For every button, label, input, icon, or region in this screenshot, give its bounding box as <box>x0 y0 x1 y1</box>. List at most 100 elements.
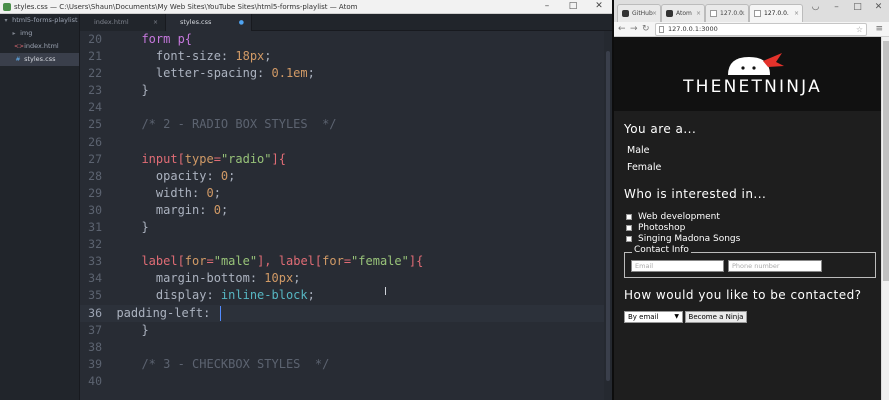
checkbox-box[interactable] <box>626 225 632 231</box>
html-file-icon: <> <box>14 43 25 50</box>
line-number: 28 <box>88 168 102 183</box>
code-line[interactable]: 28 opacity: 0; <box>80 168 604 185</box>
interest-checkbox-photoshop[interactable]: Photoshop <box>626 223 685 233</box>
code-text: /* 3 - CHECKBOX STYLES */ <box>127 356 329 373</box>
maximize-icon[interactable]: □ <box>847 0 868 14</box>
editor-tab[interactable]: styles.css ● <box>166 14 252 31</box>
minimize-icon[interactable]: – <box>826 0 847 14</box>
user-icon[interactable]: ◡ <box>805 0 826 14</box>
maximize-icon[interactable]: □ <box>560 0 586 13</box>
code-token: label[ <box>127 254 185 269</box>
dropdown-arrow-icon: ▼ <box>674 313 679 320</box>
female-label[interactable]: Female <box>627 162 661 173</box>
atom-icon <box>666 10 673 17</box>
modified-dot-icon[interactable]: ● <box>239 14 244 31</box>
code-line[interactable]: 27 input[type="radio"]{ <box>80 151 604 168</box>
code-token: ]{ <box>408 254 424 269</box>
code-token: ; <box>293 271 301 286</box>
code-line[interactable]: 23 } <box>80 82 604 99</box>
code-line[interactable]: 38 <box>80 339 604 356</box>
code-token: ; <box>307 288 315 303</box>
code-token: 10px <box>264 271 294 286</box>
code-token: input[ <box>127 151 185 166</box>
bookmark-star-icon[interactable]: ☆ <box>856 24 863 35</box>
back-icon[interactable]: ← <box>618 23 626 35</box>
browser-tab[interactable]: GitHub × <box>617 4 661 22</box>
browser-tabstrip: ◡ – □ ✕ GitHub × Atom × 127.0.0. × 127.0.0. × <box>614 0 889 22</box>
become-ninja-button[interactable]: Become a Ninja <box>685 311 747 323</box>
editor-pane: index.html × styles.css ● 20 form p{21 font… <box>80 14 612 400</box>
tree-item[interactable]: <> index.html <box>0 40 79 53</box>
code-line[interactable]: 33 label[for="male"], label[for="female"… <box>80 253 604 270</box>
code-line[interactable]: 39 /* 3 - CHECKBOX STYLES */ <box>80 356 604 373</box>
address-bar[interactable]: 127.0.0.1:3000 ☆ <box>655 23 867 36</box>
code-text: letter-spacing: 0.1em; <box>127 65 315 82</box>
github-icon <box>622 10 629 17</box>
page-scrollbar-thumb[interactable] <box>883 41 889 281</box>
code-line[interactable]: 31 } <box>80 219 604 236</box>
phone-field[interactable]: Phone number <box>728 260 822 272</box>
checkbox-box[interactable] <box>626 236 632 242</box>
code-line[interactable]: 21 font-size: 18px; <box>80 48 604 65</box>
close-icon[interactable]: × <box>153 14 158 31</box>
code-token: padding-left: <box>102 305 218 320</box>
interest-label: Web development <box>638 212 720 222</box>
code-line[interactable]: 25 /* 2 - RADIO BOX STYLES */ <box>80 116 604 133</box>
code-text: opacity: 0; <box>127 168 236 185</box>
code-line[interactable]: 22 letter-spacing: 0.1em; <box>80 65 604 82</box>
minimize-icon[interactable]: – <box>534 0 560 13</box>
code-line[interactable]: 35 display: inline-block; <box>80 287 604 304</box>
tree-item[interactable]: ▸ img <box>0 27 79 40</box>
netninja-logo: THENETNINJA <box>680 53 825 97</box>
code-area[interactable]: 20 form p{21 font-size: 18px; 22 letter-s… <box>80 31 604 400</box>
line-number: 34 <box>88 271 102 286</box>
code-token: = <box>343 254 352 269</box>
tree-item[interactable]: # styles.css <box>0 53 79 66</box>
code-line[interactable]: 30 margin: 0; <box>80 202 604 219</box>
code-line[interactable]: 29 width: 0; <box>80 185 604 202</box>
code-text: input[type="radio"]{ <box>127 151 286 168</box>
male-label[interactable]: Male <box>627 145 650 156</box>
code-line[interactable]: 24 <box>80 99 604 116</box>
close-tab-icon[interactable]: × <box>740 5 745 22</box>
code-line[interactable]: 40 <box>80 373 604 390</box>
browser-tab[interactable]: Atom × <box>661 4 705 22</box>
page-icon <box>659 26 664 33</box>
code-token: /* 2 - RADIO BOX STYLES */ <box>127 117 337 132</box>
code-text: margin-bottom: 10px; <box>127 270 301 287</box>
browser-tab[interactable]: 127.0.0. × <box>749 4 803 22</box>
close-tab-icon[interactable]: × <box>696 5 701 22</box>
code-line[interactable]: 36 padding-left: <box>80 304 604 322</box>
editor-tab[interactable]: index.html × <box>80 14 166 31</box>
checkbox-box[interactable] <box>626 214 632 220</box>
code-token: ; <box>264 49 272 64</box>
contact-method-select[interactable]: By email ▼ <box>624 311 683 323</box>
menu-icon[interactable]: ≡ <box>875 22 883 36</box>
code-line[interactable]: 34 margin-bottom: 10px; <box>80 270 604 287</box>
line-number: 23 <box>88 83 102 98</box>
interest-checkbox-web-dev[interactable]: Web development <box>626 212 720 222</box>
tree-item-label: index.html <box>24 42 59 50</box>
code-token: ; <box>220 202 229 217</box>
code-line[interactable]: 20 form p{ <box>80 31 604 48</box>
code-line[interactable]: 37 } <box>80 322 604 339</box>
code-token: opacity: <box>127 168 221 183</box>
line-number: 39 <box>88 356 102 371</box>
page-scrollbar[interactable] <box>881 37 889 400</box>
close-icon[interactable]: ✕ <box>868 0 889 14</box>
folder-icon: ▾ <box>4 17 8 24</box>
editor-scrollbar[interactable] <box>604 31 612 400</box>
code-line[interactable]: 32 <box>80 236 604 253</box>
email-field[interactable]: Email <box>631 260 724 272</box>
tree-item[interactable]: ▾ html5-forms-playlist <box>0 14 79 27</box>
close-tab-icon[interactable]: × <box>652 5 657 22</box>
close-tab-icon[interactable]: × <box>794 5 799 22</box>
code-line[interactable]: 26 <box>80 134 604 151</box>
browser-tab[interactable]: 127.0.0. × <box>705 4 749 22</box>
atom-titlebar: styles.css — C:\Users\Shaun\Documents\My… <box>0 0 612 14</box>
interest-checkbox-singing[interactable]: Singing Madona Songs <box>626 234 740 244</box>
forward-icon[interactable]: → <box>630 23 638 35</box>
editor-scrollbar-thumb[interactable] <box>606 51 610 381</box>
close-icon[interactable]: ✕ <box>586 0 612 13</box>
reload-icon[interactable]: ↻ <box>642 23 650 35</box>
